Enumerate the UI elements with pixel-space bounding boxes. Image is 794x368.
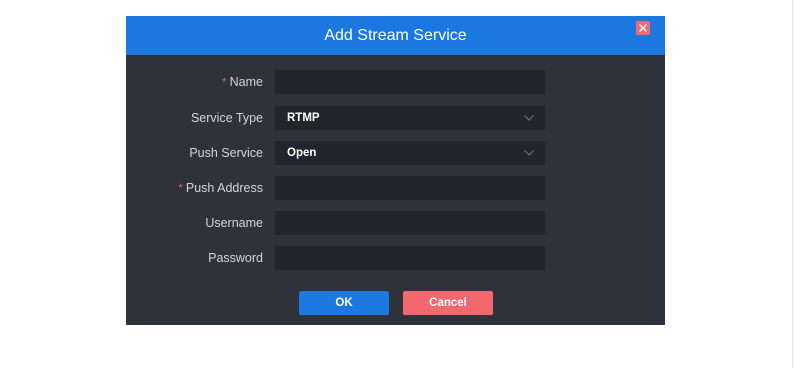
push-address-label: * Push Address <box>178 176 263 200</box>
required-marker: * <box>178 181 183 195</box>
push-service-select[interactable]: Open <box>275 141 545 165</box>
name-input[interactable] <box>275 70 545 94</box>
username-label-text: Username <box>205 216 263 230</box>
chevron-down-icon <box>524 150 534 156</box>
service-type-value: RTMP <box>287 112 320 124</box>
service-type-label-text: Service Type <box>190 111 263 125</box>
form-row-service-type: Service Type RTMP <box>126 106 665 130</box>
push-service-label: Push Service <box>189 141 263 165</box>
form-row-push-address: * Push Address <box>126 176 665 200</box>
dialog-title: Add Stream Service <box>324 27 467 44</box>
cancel-button[interactable]: Cancel <box>403 291 493 315</box>
form-row-push-service: Push Service Open <box>126 141 665 165</box>
username-input[interactable] <box>275 211 545 235</box>
dialog-header: Add Stream Service <box>126 16 665 55</box>
close-button[interactable] <box>636 21 650 35</box>
name-label: * Name <box>222 70 263 94</box>
username-label: Username <box>205 211 263 235</box>
push-service-value: Open <box>287 147 317 159</box>
chevron-down-icon <box>524 115 534 121</box>
name-label-text: Name <box>229 75 263 89</box>
password-label: Password <box>208 246 263 270</box>
push-service-label-text: Push Service <box>189 146 263 160</box>
form-row-username: Username <box>126 211 665 235</box>
push-address-label-text: Push Address <box>185 181 263 195</box>
service-type-label: Service Type <box>191 106 263 130</box>
ok-button[interactable]: OK <box>299 291 389 315</box>
page-divider <box>792 0 793 368</box>
form-row-name: * Name <box>126 70 665 94</box>
add-stream-service-dialog: Add Stream Service * Name Service Type RT… <box>126 16 665 325</box>
page: Add Stream Service * Name Service Type RT… <box>0 0 794 368</box>
password-label-text: Password <box>208 251 263 265</box>
form-row-password: Password <box>126 246 665 270</box>
password-input[interactable] <box>275 246 545 270</box>
required-marker: * <box>221 75 227 89</box>
push-address-input[interactable] <box>275 176 545 200</box>
service-type-select[interactable]: RTMP <box>275 106 545 130</box>
close-icon <box>639 24 647 32</box>
